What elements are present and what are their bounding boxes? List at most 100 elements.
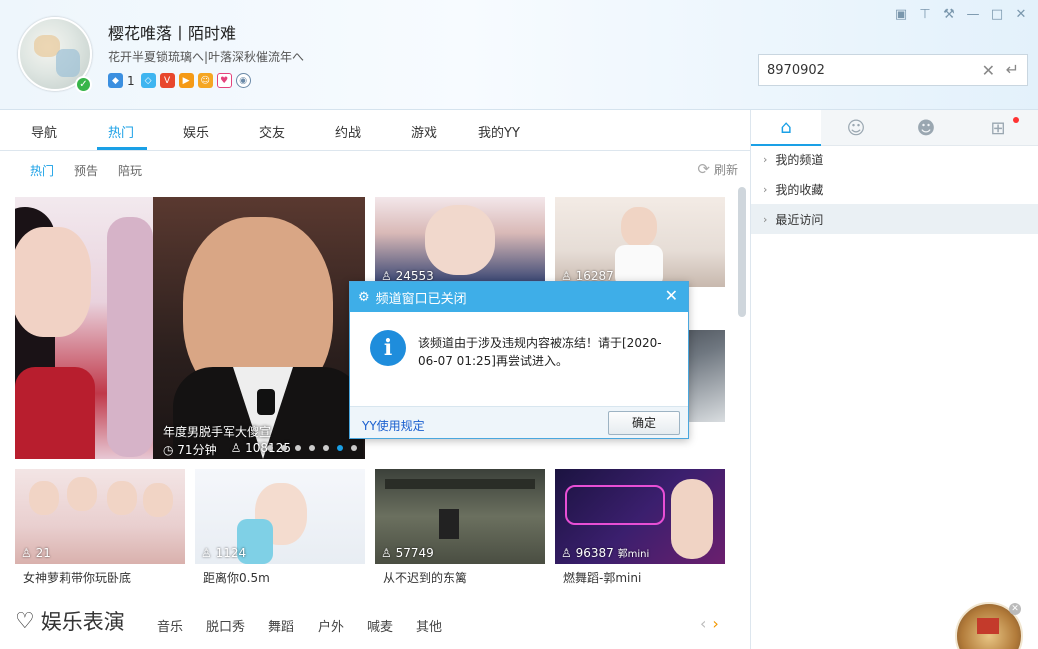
viewers-value: 57749 xyxy=(395,546,434,560)
section-tab-talk[interactable]: 脱口秀 xyxy=(206,616,245,635)
shirt-icon[interactable]: ⊤ xyxy=(916,6,934,24)
refresh-button[interactable]: ⟳ 刷新 xyxy=(697,160,738,178)
duration-value: 71分钟 xyxy=(177,443,217,457)
user-icon: ♙ xyxy=(21,546,36,560)
heart-icon: ♡ xyxy=(15,608,35,634)
close-icon[interactable]: ✕ xyxy=(1009,603,1021,615)
ok-button[interactable]: 确定 xyxy=(608,411,680,435)
eye-icon[interactable]: ◉ xyxy=(235,73,251,88)
tab-social[interactable]: 交友 xyxy=(259,122,285,141)
chevron-right-icon: › xyxy=(763,212,768,226)
viewers-value: 21 xyxy=(35,546,51,560)
maximize-icon[interactable]: □ xyxy=(988,6,1006,24)
search-input[interactable] xyxy=(767,62,967,78)
close-icon[interactable]: ✕ xyxy=(665,286,678,305)
channel-closed-dialog: ⚙ 频道窗口已关闭 ✕ i 该频道由于涉及违规内容被冻结！请于[2020-06-… xyxy=(349,281,689,439)
viewers-value: 96387 xyxy=(575,546,614,560)
tab-battle[interactable]: 约战 xyxy=(335,122,361,141)
rp-item-my-channels[interactable]: › 我的频道 xyxy=(751,144,1038,174)
stream-tile[interactable]: ♙ 57749 xyxy=(375,469,545,564)
user-icon: ♙ xyxy=(230,441,246,455)
contacts-icon[interactable]: ☻ xyxy=(891,110,961,146)
stream-tile[interactable]: ♙ 96387 郭mini xyxy=(555,469,725,564)
scrollbar-thumb[interactable] xyxy=(738,187,746,317)
dialog-message: 该频道由于涉及违规内容被冻结！请于[2020-06-07 01:25]再尝试进入… xyxy=(418,336,662,368)
stream-tile[interactable]: ♙ 16287 xyxy=(555,197,725,287)
thumbnail-part xyxy=(107,217,153,457)
rp-item-favorites[interactable]: › 我的收藏 xyxy=(751,174,1038,204)
section-tab-dance[interactable]: 舞蹈 xyxy=(268,616,294,635)
rp-item-label: 我的收藏 xyxy=(775,182,824,197)
rp-item-recent[interactable]: › 最近访问 xyxy=(751,204,1038,234)
tab-games[interactable]: 游戏 xyxy=(411,122,437,141)
online-status-icon: ✓ xyxy=(75,76,92,93)
section-tab-music[interactable]: 音乐 xyxy=(157,616,183,635)
tile-caption[interactable]: 燃舞蹈-郭mini xyxy=(563,569,641,586)
skin-icon[interactable]: ▣ xyxy=(892,6,910,24)
thumbnail-part xyxy=(385,479,535,489)
stream-tile[interactable]: ♙ 1124 xyxy=(195,469,365,564)
username[interactable]: 樱花唯落丨陌时难 xyxy=(108,20,236,44)
rules-link[interactable]: YY使用规定 xyxy=(362,417,425,434)
section-pager: ‹ › xyxy=(700,614,719,633)
video-icon[interactable]: ▶ xyxy=(178,73,194,88)
featured-stream[interactable]: 年度男脱手军大傻宣 ◷ 71分钟 ♙ 108125 xyxy=(15,197,365,459)
diamond-icon[interactable]: ◇ xyxy=(140,73,156,88)
thumbnail-part xyxy=(15,227,91,337)
home-icon[interactable]: ⌂ xyxy=(751,110,821,146)
tab-nav[interactable]: 导航 xyxy=(31,122,57,141)
game-controller-icon[interactable]: ◆ xyxy=(108,73,123,88)
notification-dot xyxy=(1013,117,1019,123)
tile-caption[interactable]: 从不迟到的东篱 xyxy=(383,569,467,586)
avatar-image-part xyxy=(56,49,80,77)
heart-icon[interactable]: ♥ xyxy=(216,73,232,88)
carousel-dot[interactable] xyxy=(351,445,357,451)
thumbnail-part xyxy=(671,479,713,559)
chevron-left-icon[interactable]: ‹ xyxy=(700,614,706,633)
carousel-dot[interactable] xyxy=(267,445,273,451)
stream-tile[interactable]: ♙ 21 xyxy=(15,469,185,564)
section-title: 娱乐表演 xyxy=(40,610,125,634)
sub-nav: 热门 预告 陪玩 ⟳ 刷新 xyxy=(0,151,750,187)
enter-icon[interactable]: ↵ xyxy=(1006,60,1019,79)
clear-icon[interactable]: ✕ xyxy=(982,61,995,80)
carousel-dot[interactable] xyxy=(309,445,315,451)
tab-hot[interactable]: 热门 xyxy=(108,122,134,141)
thumbnail-part xyxy=(143,483,173,517)
carousel-dot[interactable] xyxy=(323,445,329,451)
dialog-titlebar: ⚙ 频道窗口已关闭 xyxy=(350,282,688,312)
thumbnail-part xyxy=(565,485,665,525)
thumbnail-part xyxy=(107,481,137,515)
chevron-right-icon[interactable]: › xyxy=(712,614,718,633)
subtab-preview[interactable]: 预告 xyxy=(74,162,98,179)
chevron-right-icon: › xyxy=(763,182,768,196)
tile-caption[interactable]: 女神萝莉带你玩卧底 xyxy=(23,569,131,586)
viewers-value: 1124 xyxy=(215,546,247,560)
rp-item-label: 我的频道 xyxy=(775,152,824,167)
section-tab-shout[interactable]: 喊麦 xyxy=(367,616,393,635)
tile-caption[interactable]: 距离你0.5m xyxy=(203,569,270,586)
section-tab-outdoor[interactable]: 户外 xyxy=(318,616,344,635)
search-box: ✕ ↵ xyxy=(758,54,1028,86)
user-signature[interactable]: 花开半夏锁琉璃へ|叶落深秋催流年へ xyxy=(108,48,304,65)
featured-duration: ◷ 71分钟 xyxy=(163,441,217,458)
tools-icon[interactable]: ⚒ xyxy=(940,6,958,24)
stream-thumbnail xyxy=(15,197,153,459)
viewer-count: ♙ 21 xyxy=(21,546,51,560)
vip-icon[interactable]: V xyxy=(159,73,175,88)
face-icon[interactable]: ☺ xyxy=(197,73,213,88)
person-icon[interactable]: ☺ xyxy=(821,110,891,146)
section-tab-other[interactable]: 其他 xyxy=(416,616,442,635)
apps-grid-icon[interactable]: ⊞ xyxy=(963,110,1033,146)
subtab-hot[interactable]: 热门 xyxy=(30,162,54,179)
tab-my-yy[interactable]: 我的YY xyxy=(478,122,520,141)
carousel-dot[interactable] xyxy=(281,445,287,451)
carousel-dot-active[interactable] xyxy=(337,445,343,451)
carousel-dot[interactable] xyxy=(295,445,301,451)
minimize-icon[interactable]: — xyxy=(964,6,982,24)
thumbnail-part xyxy=(439,509,459,539)
stream-tile[interactable]: ♙ 24553 xyxy=(375,197,545,287)
subtab-companion[interactable]: 陪玩 xyxy=(118,162,142,179)
close-icon[interactable]: ✕ xyxy=(1012,6,1030,24)
tab-entertainment[interactable]: 娱乐 xyxy=(183,122,209,141)
